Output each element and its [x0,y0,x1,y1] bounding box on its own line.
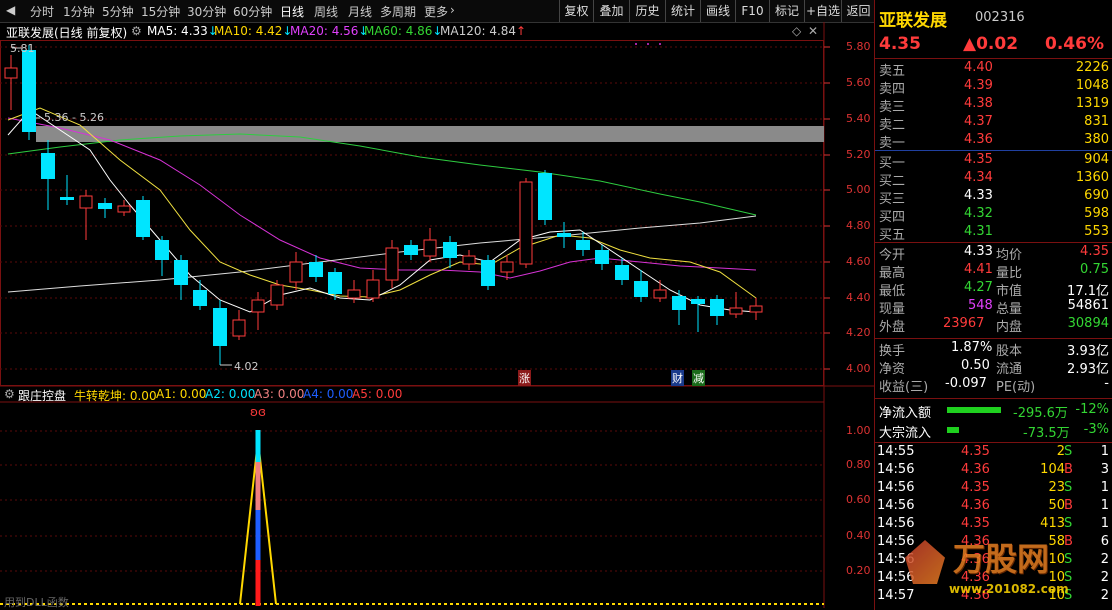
price-change-pct: 0.46% [1045,34,1104,54]
bid-row: 买二 4.34 1360 [879,170,1109,189]
watermark-logo: 万股网 www.201082.com [905,532,1112,608]
butterfly-signal-icon: ʚɞ [250,405,266,419]
indicator-axis-tick: 1.00 [846,424,871,437]
flow-bar [947,427,959,433]
indicator-axis-tick: 0.80 [846,458,871,471]
price-change: ▲0.02 [963,34,1019,54]
ma60-line [7,133,757,216]
price-axis-tick: 5.40 [846,112,871,125]
flow-row: 大宗流入 -73.5万 -3% [879,422,1109,441]
indicator-axis-tick: 0.20 [846,564,871,577]
tick-row: 14:56 4.36 50 B 1 [877,498,1109,513]
tick-row: 14:56 4.36 104 B 3 [877,462,1109,477]
indicator-axis-tick: 0.40 [846,529,871,542]
last-price: 4.35 [879,34,921,54]
tick-row: 14:55 4.35 2 S 1 [877,444,1109,459]
tick-row: 14:56 4.35 23 S 1 [877,480,1109,495]
indicator-axis-tick: 0.60 [846,493,871,506]
bid-row: 买四 4.32 598 [879,206,1109,225]
jian-mark[interactable]: 减 [692,370,705,386]
stats-row: 最低 4.27 市值 17.1亿 [879,280,1109,299]
indicator-a4-label: A4: 0.00 [303,387,354,401]
price-axis-tick: 5.00 [846,183,871,196]
ask-row: 卖三 4.38 1319 [879,96,1109,115]
ask-row: 卖二 4.37 831 [879,114,1109,133]
candlesticks [4,45,763,365]
kline-chart[interactable]: ʚɞ [0,0,874,610]
cai-mark[interactable]: 财 [671,370,684,386]
dll-footer-note: 用到DLL函数 [4,596,69,609]
indicator-settings-icon[interactable]: ⚙ [4,387,15,401]
ask-row: 卖四 4.39 1048 [879,78,1109,97]
indicator-name: 跟庄控盘 [18,389,67,403]
stats-row: 换手 1.87% 股本 3.93亿 [879,340,1109,359]
stats-row: 外盘 23967 内盘 30894 [879,316,1109,335]
bid-row: 买五 4.31 553 [879,224,1109,243]
indicator-a5-label: A5: 0.00 [352,387,403,401]
stats-row: 净资 0.50 流通 2.93亿 [879,358,1109,377]
stats-row: 收益(三) -0.097 PE(动) - [879,376,1109,395]
price-axis-tick: 5.20 [846,148,871,161]
stats-row: 今开 4.33 均价 4.35 [879,244,1109,263]
indicator-a1-label: A1: 0.00 [156,387,207,401]
stock-name: 亚联发展 [879,11,947,31]
price-axis-tick: 4.60 [846,255,871,268]
indicator-a2-label: A2: 0.00 [205,387,256,401]
ask-row: 卖五 4.40 2226 [879,60,1109,79]
ma120-line [7,215,757,293]
bid-row: 买三 4.33 690 [879,188,1109,207]
stock-code: 002316 [975,10,1025,25]
price-axis-tick: 4.80 [846,219,871,232]
flow-row: 净流入额 -295.6万 -12% [879,402,1109,421]
price-axis-tick: 5.60 [846,76,871,89]
bid-row: 买一 4.35 904 [879,152,1109,171]
flow-bar [947,407,1001,413]
price-range-band [36,126,824,142]
quote-panel: 亚联发展 002316 4.35 ▲0.02 0.46% 卖五 4.40 2226 … [874,0,1112,610]
stats-row: 现量 548 总量 54861 [879,298,1109,317]
price-axis-tick: 4.00 [846,362,871,375]
price-axis-tick: 4.40 [846,291,871,304]
indicator-a3-label: A3: 0.00 [254,387,305,401]
range-label: 5.36 - 5.26 [44,111,104,124]
price-axis-tick: 5.80 [846,40,871,53]
low-price-label: 4.02 [234,360,259,373]
price-gridlines [0,46,824,572]
stats-row: 最高 4.41 量比 0.75 [879,262,1109,281]
indicator-main-label: 牛转乾坤: 0.00 [74,389,157,403]
zhang-mark[interactable]: 涨 [518,370,531,386]
price-axis-tick: 4.20 [846,326,871,339]
ask-row: 卖一 4.36 380 [879,132,1109,151]
high-price-label: 5.81 [10,42,35,55]
